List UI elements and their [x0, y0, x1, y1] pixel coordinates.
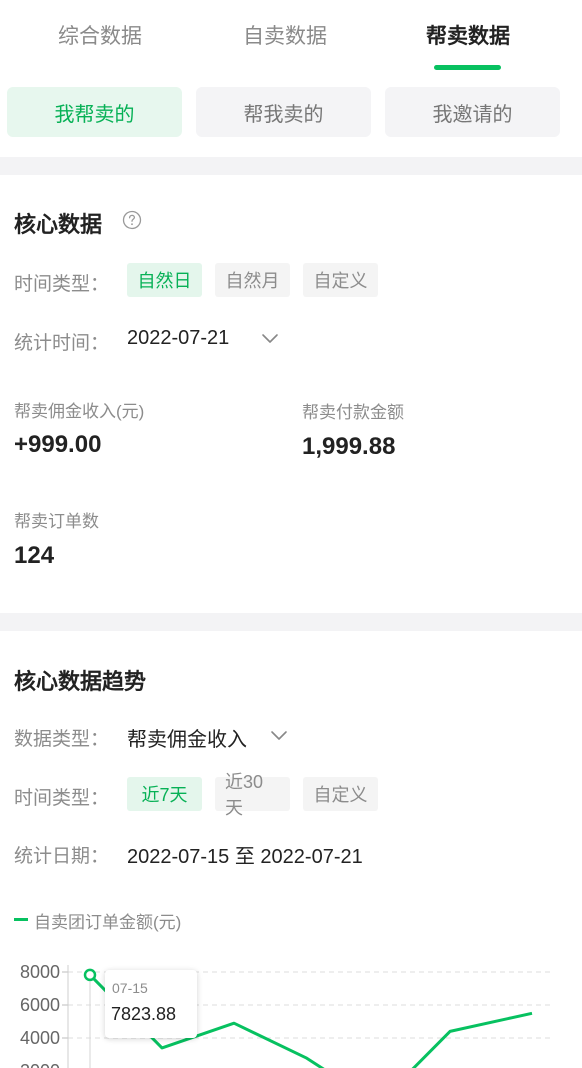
legend-label: 自卖团订单金额(元) [34, 913, 182, 932]
chip-last-30-days[interactable]: 近30天 [215, 772, 290, 818]
section-divider [0, 613, 582, 631]
chip-natural-month[interactable]: 自然月 [215, 263, 290, 297]
section-divider [0, 157, 582, 175]
y-tick-label: 6000 [20, 995, 60, 1015]
question-circle-icon[interactable] [122, 210, 142, 230]
data-type-label: 数据类型： [14, 729, 110, 750]
chip-natural-day[interactable]: 自然日 [127, 263, 202, 297]
tooltip-date: 07-15 [112, 980, 148, 996]
chip-last-7-days[interactable]: 近7天 [127, 777, 202, 811]
stat-date-value[interactable]: 2022-07-15 至 2022-07-21 [127, 840, 363, 869]
metric-label-payment: 帮卖付款金额 [302, 403, 404, 422]
tooltip-value: 7823.88 [111, 1004, 177, 1024]
metric-label-orders: 帮卖订单数 [14, 512, 99, 531]
stat-time-value[interactable]: 2022-07-21 [127, 327, 229, 350]
tab-overview[interactable]: 综合数据 [30, 20, 170, 50]
chip-custom[interactable]: 自定义 [303, 263, 378, 297]
highlighted-point[interactable] [83, 968, 97, 982]
metric-value-commission: +999.00 [14, 431, 102, 458]
subtab-help-me-sell[interactable]: 帮我卖的 [196, 87, 371, 137]
stat-date-label: 统计日期： [14, 846, 110, 867]
time-type-label: 时间类型： [14, 274, 110, 295]
y-tick-label: 4000 [20, 1028, 60, 1048]
chevron-down-icon[interactable] [270, 730, 288, 742]
stat-time-label: 统计时间： [14, 333, 110, 354]
y-tick-label: 8000 [20, 962, 60, 982]
trend-title: 核心数据趋势 [14, 669, 147, 694]
chart-tooltip: 07-15 7823.88 [105, 970, 197, 1038]
core-data-title: 核心数据 [14, 212, 103, 237]
chevron-down-icon[interactable] [261, 333, 279, 345]
y-tick-label: 2000 [20, 1061, 60, 1068]
data-type-value[interactable]: 帮卖佣金收入 [127, 723, 247, 752]
trend-line-chart: 8000 6000 4000 2000 [20, 962, 552, 1068]
metric-label-commission: 帮卖佣金收入(元) [14, 402, 145, 421]
tab-self-sell[interactable]: 自卖数据 [215, 20, 355, 50]
top-tab-bar: 综合数据 自卖数据 帮卖数据 [0, 0, 582, 78]
subtab-i-invited[interactable]: 我邀请的 [385, 87, 560, 137]
trend-time-type-label: 时间类型： [14, 788, 110, 809]
tab-help-sell[interactable]: 帮卖数据 [398, 20, 538, 50]
metric-value-orders: 124 [14, 542, 55, 569]
chip-trend-custom[interactable]: 自定义 [303, 777, 378, 811]
legend-swatch [14, 918, 28, 921]
active-tab-indicator [434, 65, 501, 70]
subtab-i-help-sell[interactable]: 我帮卖的 [7, 87, 182, 137]
metric-value-payment: 1,999.88 [302, 433, 396, 460]
